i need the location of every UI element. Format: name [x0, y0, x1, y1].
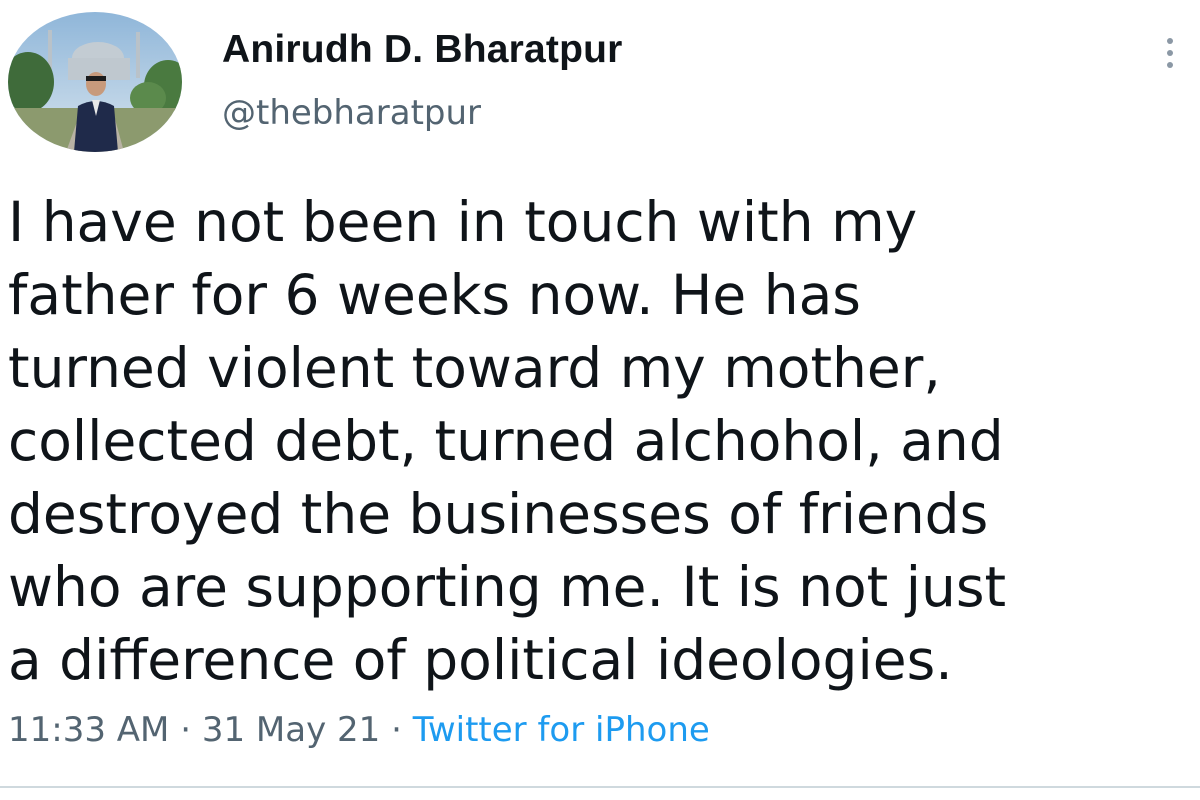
more-dot: [1167, 50, 1173, 56]
tweet-card: Anirudh D. Bharatpur @thebharatpur I hav…: [0, 0, 1200, 800]
tweet-date[interactable]: 31 May 21: [202, 710, 380, 750]
tweet-text-line: collected debt, turned alchohol, and: [8, 409, 1004, 473]
tweet-text-line: father for 6 weeks now. He has: [8, 263, 861, 327]
profile-photo-image: [8, 12, 182, 152]
tweet-source-link[interactable]: Twitter for iPhone: [413, 710, 710, 750]
tweet-text-line: who are supporting me. It is not just: [8, 555, 1007, 619]
divider: [0, 786, 1200, 788]
tweet-text-line: I have not been in touch with my: [8, 190, 918, 254]
tweet-time[interactable]: 11:33 AM: [8, 710, 169, 750]
meta-separator: ·: [391, 710, 413, 750]
more-dot: [1167, 38, 1173, 44]
more-vertical-icon[interactable]: [1150, 28, 1190, 78]
meta-separator: ·: [180, 710, 202, 750]
more-dot: [1167, 62, 1173, 68]
tweet-text-line: a difference of political ideologies.: [8, 628, 953, 692]
tweet-text-line: turned violent toward my mother,: [8, 336, 941, 400]
tweet-text: I have not been in touch with my father …: [8, 186, 1188, 697]
tweet-text-line: destroyed the businesses of friends: [8, 482, 989, 546]
author-handle[interactable]: @thebharatpur: [222, 93, 481, 133]
tweet-meta: 11:33 AM · 31 May 21 · Twitter for iPhon…: [8, 710, 710, 750]
author-display-name[interactable]: Anirudh D. Bharatpur: [222, 28, 623, 72]
avatar[interactable]: [8, 12, 182, 152]
